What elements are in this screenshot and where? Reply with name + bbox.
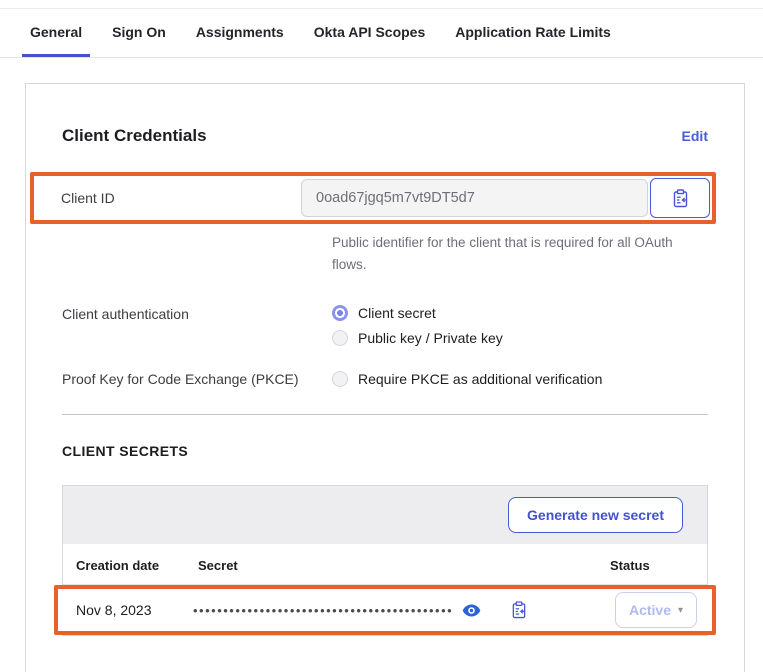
tab-bar: General Sign On Assignments Okta API Sco… <box>0 9 763 58</box>
radio-unselected-icon <box>332 330 348 346</box>
clipboard-copy-icon <box>511 601 527 619</box>
masked-secret-value: ••••••••••••••••••••••••••••••••••••••••… <box>193 604 453 617</box>
section-title: Client Credentials <box>62 126 207 146</box>
client-secrets-title: CLIENT SECRETS <box>62 443 708 459</box>
reveal-secret-button[interactable] <box>462 604 481 617</box>
radio-public-private-key[interactable]: Public key / Private key <box>332 330 503 346</box>
table-toolbar: Generate new secret <box>63 486 707 544</box>
tab-okta-api-scopes[interactable]: Okta API Scopes <box>306 9 434 57</box>
client-id-highlight-box: Client ID <box>30 172 716 224</box>
tab-general[interactable]: General <box>22 9 90 57</box>
eye-icon <box>462 604 481 617</box>
client-credentials-header: Client Credentials Edit <box>62 126 708 146</box>
pkce-option-label: Require PKCE as additional verification <box>358 371 602 387</box>
clipboard-copy-icon <box>672 189 689 208</box>
pkce-label: Proof Key for Code Exchange (PKCE) <box>62 370 332 387</box>
client-authentication-row: Client authentication Client secret Publ… <box>62 305 708 346</box>
client-secrets-table: Generate new secret Creation date Secret… <box>62 485 708 636</box>
client-id-input[interactable] <box>301 179 648 217</box>
radio-label: Public key / Private key <box>358 330 503 346</box>
chevron-down-icon: ▾ <box>678 605 683 616</box>
copy-client-id-button[interactable] <box>650 178 710 218</box>
secret-row-highlight-box: Nov 8, 2023 ••••••••••••••••••••••••••••… <box>54 585 716 635</box>
edit-link[interactable]: Edit <box>682 128 708 144</box>
tab-assignments[interactable]: Assignments <box>188 9 292 57</box>
app-page: General Sign On Assignments Okta API Sco… <box>0 8 763 672</box>
radio-selected-icon <box>332 305 348 321</box>
header-status: Status <box>610 558 707 573</box>
section-divider <box>62 414 708 415</box>
tab-application-rate-limits[interactable]: Application Rate Limits <box>447 9 619 57</box>
client-id-help-text: Public identifier for the client that is… <box>332 232 680 275</box>
header-secret: Secret <box>198 558 610 573</box>
header-creation-date: Creation date <box>63 558 198 573</box>
client-authentication-label: Client authentication <box>62 305 332 346</box>
client-authentication-options: Client secret Public key / Private key <box>332 305 503 346</box>
radio-label: Client secret <box>358 305 436 321</box>
checkbox-unchecked-icon <box>332 371 348 387</box>
status-label: Active <box>629 602 671 618</box>
pkce-row: Proof Key for Code Exchange (PKCE) Requi… <box>62 370 708 387</box>
secret-creation-date: Nov 8, 2023 <box>58 602 193 618</box>
status-cell: Active ▾ <box>615 592 712 628</box>
table-header-row: Creation date Secret Status <box>63 544 707 585</box>
copy-secret-button[interactable] <box>511 601 527 619</box>
pkce-checkbox[interactable]: Require PKCE as additional verification <box>332 370 602 387</box>
status-dropdown-button[interactable]: Active ▾ <box>615 592 697 628</box>
radio-client-secret[interactable]: Client secret <box>332 305 503 321</box>
client-id-label: Client ID <box>61 190 301 206</box>
generate-new-secret-button[interactable]: Generate new secret <box>508 497 683 533</box>
tab-sign-on[interactable]: Sign On <box>104 9 174 57</box>
general-settings-card: Client Credentials Edit Client ID <box>25 83 745 672</box>
secret-cell: ••••••••••••••••••••••••••••••••••••••••… <box>193 601 615 619</box>
